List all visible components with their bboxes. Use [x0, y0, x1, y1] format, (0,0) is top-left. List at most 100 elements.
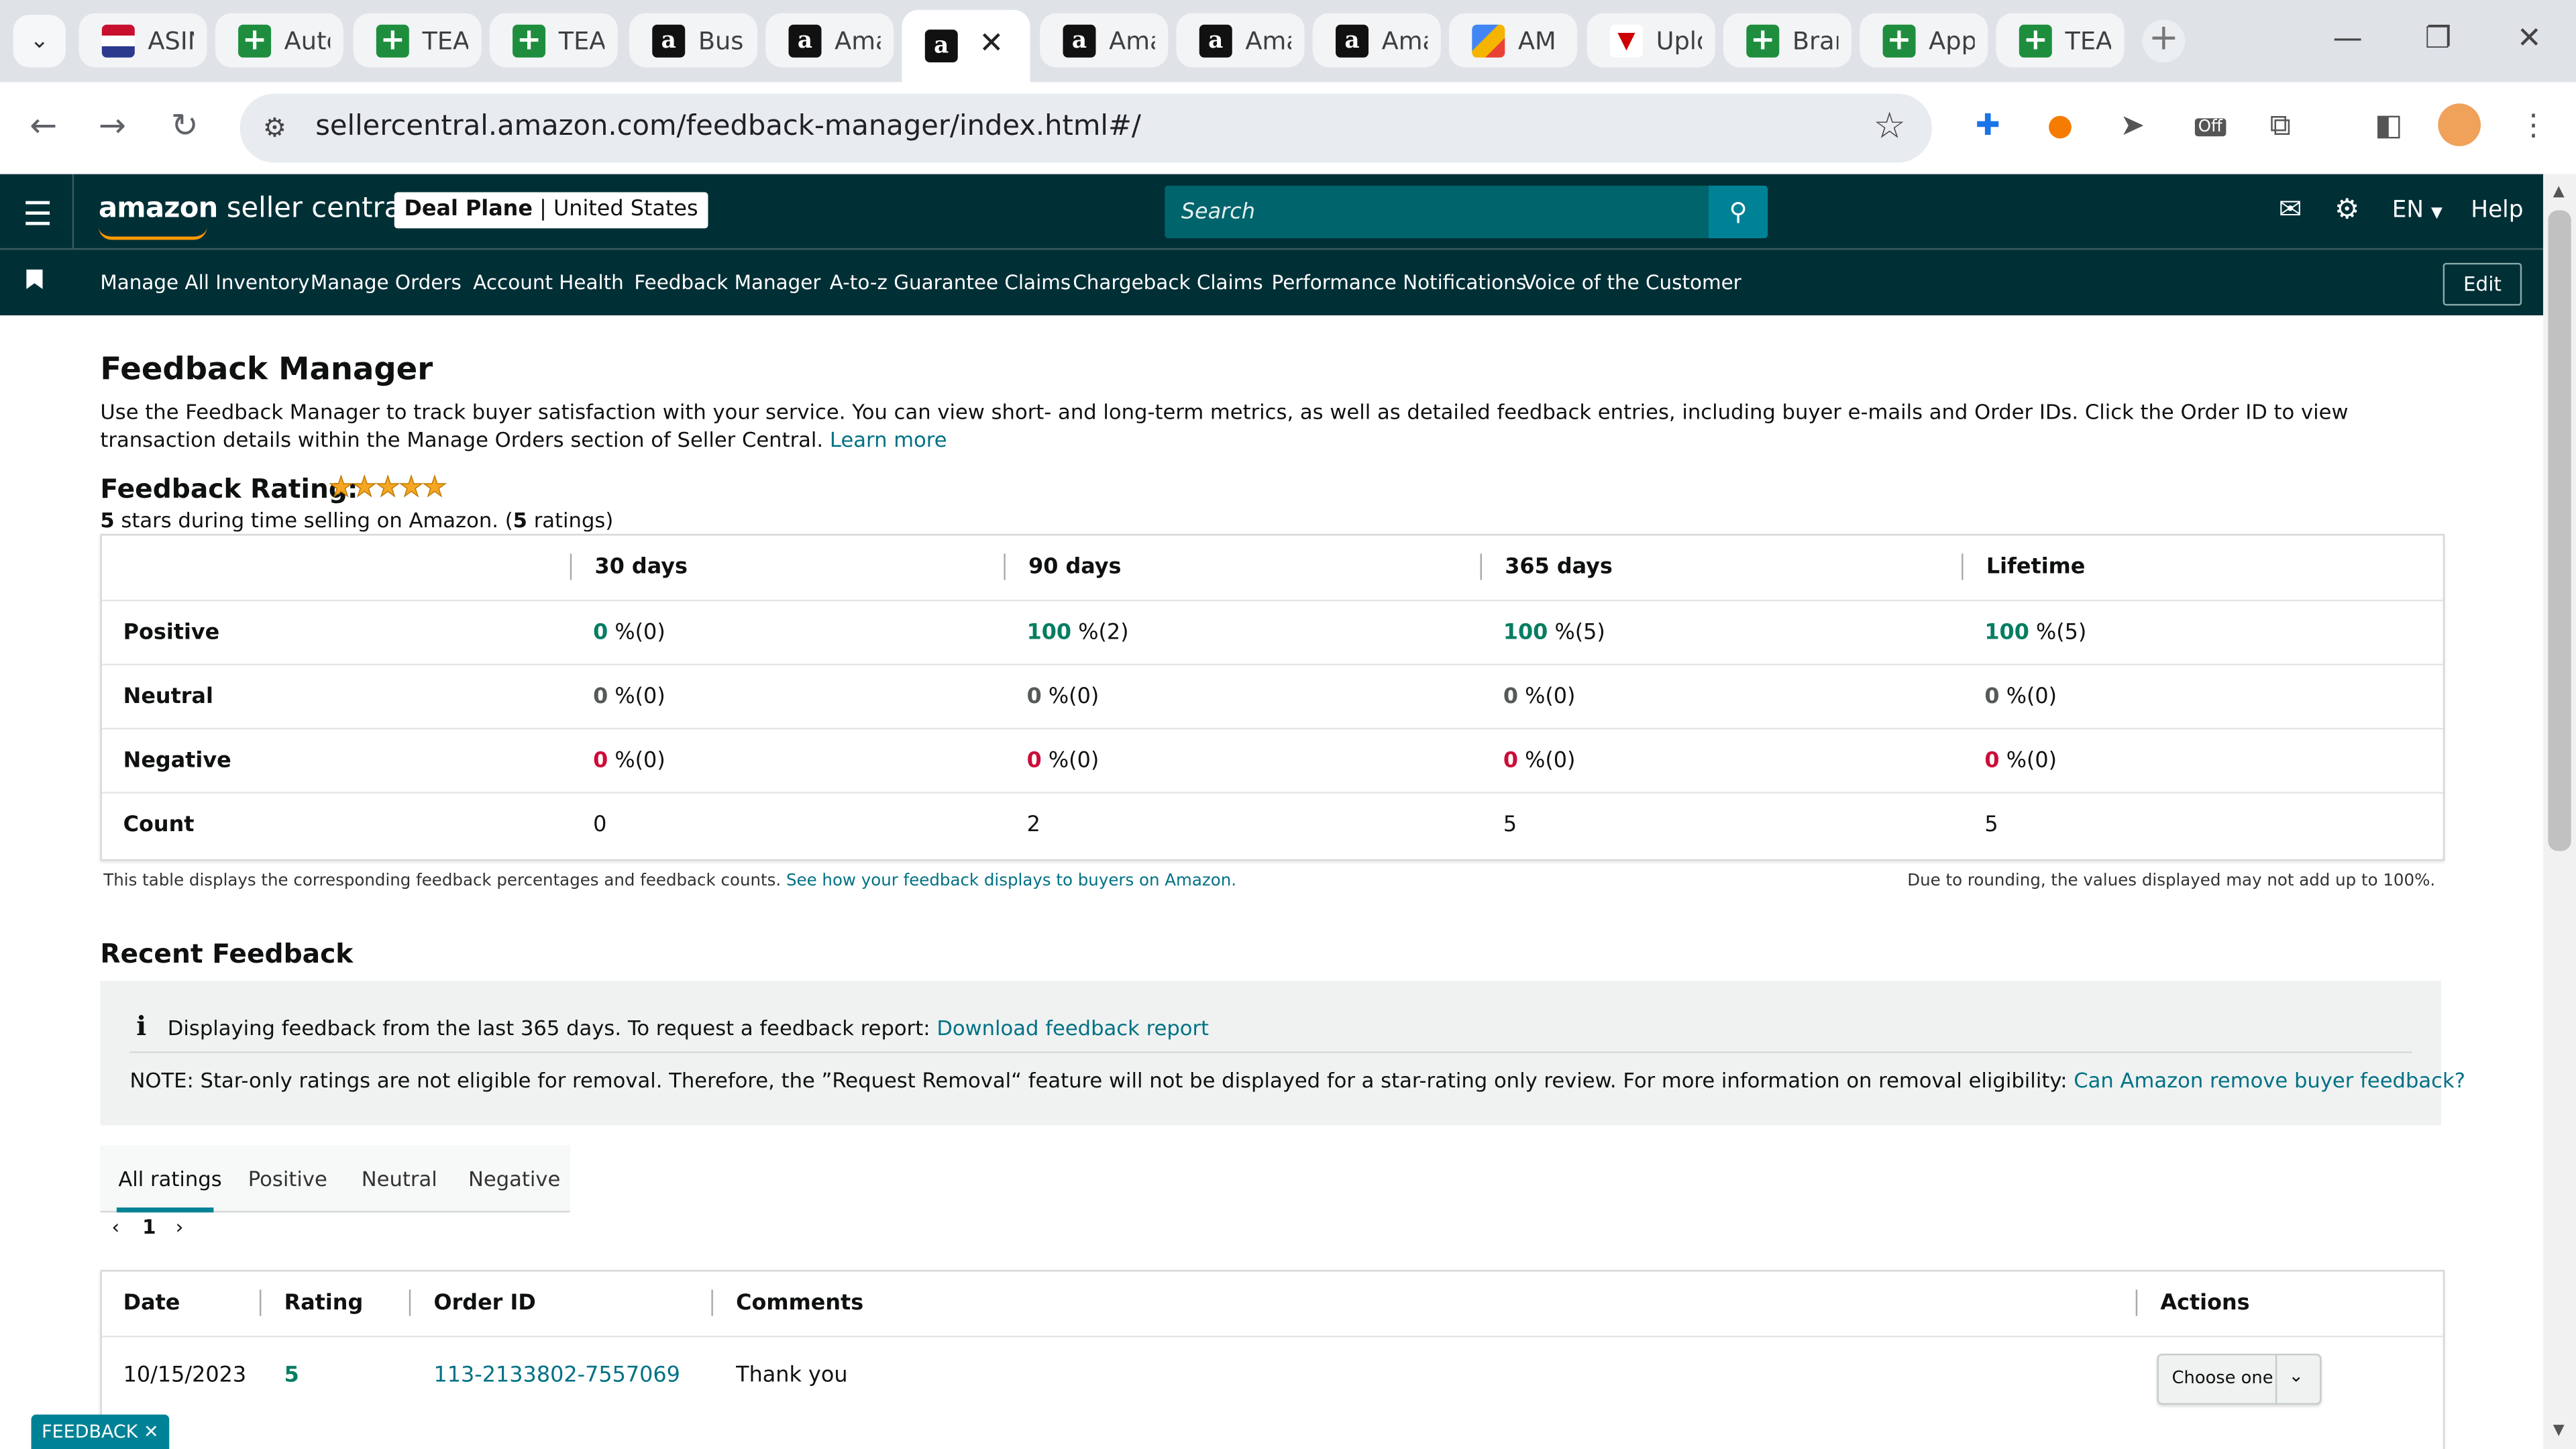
actions-dropdown[interactable]: Choose one ⌄	[2157, 1353, 2322, 1405]
tab-title: TEA	[558, 25, 605, 56]
extension-icon-arrow[interactable]: ➤	[2112, 105, 2152, 145]
profile-avatar[interactable]	[2438, 103, 2481, 146]
language-selector[interactable]: EN ▼	[2392, 197, 2443, 223]
amazon-icon: a	[1199, 23, 1232, 57]
close-window-icon[interactable]: ✕	[2517, 21, 2542, 56]
hamburger-menu-icon[interactable]: ☰	[23, 194, 52, 233]
pct: 0	[1026, 685, 1042, 710]
seller-central-header: ☰ amazon seller central Deal Plane | Uni…	[0, 174, 2544, 250]
forward-icon[interactable]: →	[99, 105, 126, 145]
tab-search-button[interactable]: ⌄	[13, 15, 66, 68]
tab-all-ratings[interactable]: All ratings	[118, 1167, 221, 1191]
browser-tab[interactable]: ▼ Uplo	[1587, 13, 1715, 68]
browser-tab[interactable]: a Ama	[765, 13, 894, 68]
feedback-widget-tab[interactable]: FEEDBACK ✕	[31, 1414, 170, 1449]
scroll-up-icon[interactable]: ▲	[2553, 184, 2565, 200]
sheets-icon: +	[2019, 23, 2052, 57]
extension-off-icon[interactable]: Off	[2192, 105, 2241, 145]
column-divider	[1004, 553, 1006, 580]
site-info-icon[interactable]: ⚙	[263, 112, 286, 144]
tab-neutral[interactable]: Neutral	[362, 1167, 437, 1191]
table-footnote: This table displays the corresponding fe…	[103, 872, 1236, 890]
nav-chargeback-claims[interactable]: Chargeback Claims	[1073, 271, 1263, 294]
seller-central-logo[interactable]: amazon seller central	[98, 193, 409, 240]
tab-positive[interactable]: Positive	[248, 1167, 327, 1191]
current-page[interactable]: 1	[142, 1216, 156, 1238]
browser-tab[interactable]: + TEA	[353, 13, 482, 68]
browser-tab[interactable]: a ✕	[902, 9, 1030, 83]
multi-icon	[1472, 23, 1505, 57]
account-switcher[interactable]: Deal Plane | United States	[394, 192, 708, 229]
extension-icon-blue[interactable]: ✚	[1968, 105, 2008, 145]
download-report-link[interactable]: Download feedback report	[936, 1015, 1209, 1040]
learn-more-link[interactable]: Learn more	[830, 427, 947, 452]
browser-tab[interactable]: a Busi	[629, 13, 757, 68]
edit-nav-button[interactable]: Edit	[2443, 262, 2522, 306]
pct: 0	[1984, 685, 2000, 710]
help-link[interactable]: Help	[2471, 197, 2523, 223]
side-panel-icon[interactable]: ◧	[2369, 105, 2408, 145]
removal-eligibility-link[interactable]: Can Amazon remove buyer feedback?	[2074, 1068, 2465, 1093]
table-row: 10/15/2023 5 113-2133802-7557069 Thank y…	[101, 1336, 2443, 1449]
browser-tab[interactable]: ASIN	[78, 13, 207, 68]
address-bar[interactable]: ⚙ sellercentral.amazon.com/feedback-mana…	[239, 93, 1933, 163]
browser-tab[interactable]: + TEA	[489, 13, 618, 68]
scrollbar-thumb[interactable]	[2548, 210, 2571, 851]
row-label: Count	[123, 813, 195, 838]
reload-icon[interactable]: ↻	[171, 105, 199, 145]
amazon-icon: a	[652, 23, 686, 57]
nav-a-to-z-claims[interactable]: A-to-z Guarantee Claims	[830, 271, 1071, 294]
browser-tab[interactable]: + TEA	[1996, 13, 2125, 68]
mail-icon[interactable]: ✉	[2279, 194, 2302, 227]
url-text[interactable]: sellercentral.amazon.com/feedback-manage…	[315, 110, 1141, 143]
browser-tab[interactable]: + Auto	[215, 13, 343, 68]
browser-tab-strip: ⌄ ASIN+Auto+TEA+TEAaBusiaAmaa✕aAmaaAmaaA…	[0, 0, 2576, 83]
browser-tab[interactable]: + App	[1860, 13, 1988, 68]
search-button[interactable]: ⚲	[1708, 185, 1768, 239]
tab-negative[interactable]: Negative	[468, 1167, 560, 1191]
nav-manage-all-inventory[interactable]: Manage All Inventory	[100, 271, 309, 294]
extensions-puzzle-icon[interactable]: ⧉	[2261, 105, 2300, 145]
prev-page-icon[interactable]: ‹	[112, 1216, 120, 1238]
scroll-down-icon[interactable]: ▼	[2553, 1423, 2565, 1439]
positive-30: 0 %(0)	[593, 621, 665, 646]
extension-icon-orange[interactable]: ●	[2041, 105, 2080, 145]
nav-manage-orders[interactable]: Manage Orders	[311, 271, 462, 294]
next-page-icon[interactable]: ›	[176, 1216, 184, 1238]
nav-performance-notifications[interactable]: Performance Notifications	[1272, 271, 1527, 294]
column-divider	[1480, 553, 1482, 580]
browser-tab[interactable]: a Ama	[1040, 13, 1169, 68]
browser-tab[interactable]: + Bran	[1723, 13, 1852, 68]
count: %(5)	[1554, 621, 1605, 646]
column-divider	[1962, 553, 1964, 580]
order-id-link[interactable]: 113-2133802-7557069	[434, 1364, 680, 1389]
nav-voice-of-customer[interactable]: Voice of the Customer	[1523, 271, 1741, 294]
browser-tab[interactable]: a Ama	[1312, 13, 1441, 68]
summary-header-row: 30 days 90 days 365 days Lifetime	[102, 535, 2443, 600]
bookmark-star-icon[interactable]: ☆	[1874, 107, 1906, 148]
rating-mid: stars during time selling on Amazon. (	[114, 507, 513, 533]
positive-365: 100 %(5)	[1503, 621, 1605, 646]
gear-icon[interactable]: ⚙	[2334, 194, 2359, 227]
minimize-icon[interactable]: —	[2333, 21, 2363, 56]
bookmark-icon[interactable]	[26, 269, 43, 290]
new-tab-button[interactable]: +	[2142, 19, 2186, 63]
summary-row-neutral: Neutral 0 %(0) 0 %(0) 0 %(0) 0 %(0)	[101, 663, 2443, 729]
page-scrollbar[interactable]: ▲ ▼	[2543, 174, 2576, 1449]
tab-title: App	[1929, 25, 1975, 56]
browser-menu-icon[interactable]: ⋮	[2514, 105, 2553, 145]
search-box[interactable]	[1165, 185, 1709, 239]
browser-tab[interactable]: a Ama	[1176, 13, 1305, 68]
nav-account-health[interactable]: Account Health	[473, 271, 624, 294]
back-icon[interactable]: ←	[30, 105, 57, 145]
browser-tab[interactable]: AM	[1449, 13, 1578, 68]
neutral-lifetime: 0 %(0)	[1984, 685, 2057, 710]
feedback-date: 10/15/2023	[123, 1363, 247, 1389]
tab-title: ASIN	[148, 25, 194, 56]
search-input[interactable]	[1165, 185, 1709, 239]
how-feedback-displays-link[interactable]: See how your feedback displays to buyers…	[786, 872, 1236, 890]
close-tab-icon[interactable]: ✕	[979, 26, 1004, 60]
nav-feedback-manager[interactable]: Feedback Manager	[634, 271, 820, 294]
close-icon[interactable]: ✕	[144, 1421, 159, 1442]
restore-icon[interactable]: ❐	[2425, 21, 2452, 56]
